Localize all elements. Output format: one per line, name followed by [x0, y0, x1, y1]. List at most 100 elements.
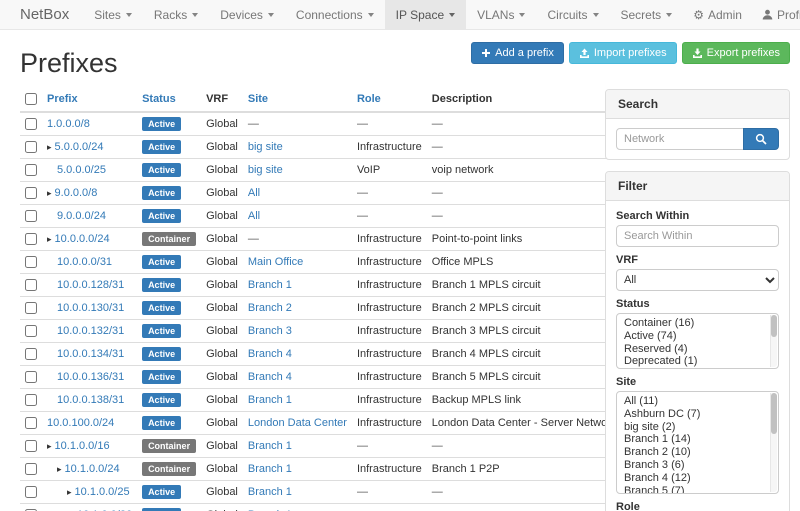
- site-link[interactable]: big site: [248, 164, 283, 176]
- filter-input-search-within[interactable]: [616, 225, 779, 247]
- expand-arrow-icon: ▸: [57, 464, 62, 474]
- site-link[interactable]: Branch 1: [248, 394, 292, 406]
- nav-item-connections[interactable]: Connections: [285, 0, 385, 29]
- filter-listbox-status[interactable]: Container (16)Active (74)Reserved (4)Dep…: [616, 313, 779, 369]
- status-badge: Active: [142, 163, 181, 177]
- prefix-link[interactable]: 9.0.0.0/8: [55, 187, 98, 199]
- prefix-link[interactable]: 10.0.0.134/31: [57, 348, 124, 360]
- column-header-role[interactable]: Role: [352, 89, 427, 112]
- site-link[interactable]: Branch 1: [248, 279, 292, 291]
- nav-item-circuits[interactable]: Circuits: [536, 0, 609, 29]
- nav-item-admin[interactable]: ⚙Admin: [683, 0, 752, 29]
- import-prefixes-button[interactable]: Import prefixes: [569, 42, 677, 64]
- site-link[interactable]: Branch 1: [248, 486, 292, 498]
- site-link[interactable]: Branch 2: [248, 302, 292, 314]
- column-header-status[interactable]: Status: [137, 89, 201, 112]
- column-header-prefix[interactable]: Prefix: [42, 89, 137, 112]
- prefix-link[interactable]: 10.1.0.0/25: [75, 486, 130, 498]
- row-checkbox[interactable]: [25, 118, 37, 130]
- status-badge: Active: [142, 324, 181, 338]
- site-link[interactable]: Branch 4: [248, 371, 292, 383]
- row-checkbox[interactable]: [25, 302, 37, 314]
- listbox-option[interactable]: Branch 3 (6): [624, 459, 764, 472]
- description-cell: Point-to-point links: [427, 228, 622, 251]
- listbox-option[interactable]: Container (16): [624, 317, 764, 330]
- export-prefixes-button[interactable]: Export prefixes: [682, 42, 790, 64]
- nav-item-label: IP Space: [396, 8, 444, 22]
- app-brand[interactable]: NetBox: [0, 0, 83, 29]
- site-link[interactable]: Branch 4: [248, 348, 292, 360]
- scrollbar-thumb[interactable]: [771, 315, 777, 337]
- add-a-prefix-button[interactable]: Add a prefix: [471, 42, 564, 64]
- row-checkbox[interactable]: [25, 440, 37, 452]
- row-checkbox[interactable]: [25, 486, 37, 498]
- listbox-option[interactable]: big site (2): [624, 421, 764, 434]
- prefix-link[interactable]: 10.0.0.128/31: [57, 279, 124, 291]
- listbox-option[interactable]: All (11): [624, 395, 764, 408]
- site-link[interactable]: Branch 3: [248, 325, 292, 337]
- listbox-option[interactable]: Branch 5 (7): [624, 485, 764, 494]
- row-checkbox[interactable]: [25, 233, 37, 245]
- prefix-link[interactable]: 5.0.0.0/25: [57, 164, 106, 176]
- listbox-option[interactable]: Branch 1 (14): [624, 433, 764, 446]
- row-checkbox[interactable]: [25, 394, 37, 406]
- select-all-checkbox[interactable]: [25, 93, 37, 105]
- row-checkbox[interactable]: [25, 371, 37, 383]
- search-input[interactable]: [616, 128, 744, 150]
- listbox-option[interactable]: Ashburn DC (7): [624, 408, 764, 421]
- listbox-option[interactable]: Active (74): [624, 330, 764, 343]
- nav-item-vlans[interactable]: VLANs: [466, 0, 536, 29]
- site-link[interactable]: Branch 1: [248, 463, 292, 475]
- prefix-link[interactable]: 10.0.0.0/24: [55, 233, 110, 245]
- vrf-cell: Global: [201, 251, 243, 274]
- row-checkbox[interactable]: [25, 417, 37, 429]
- site-link[interactable]: All: [248, 210, 260, 222]
- description-cell: Branch 2 MPLS circuit: [427, 297, 622, 320]
- prefix-link[interactable]: 10.1.0.0/24: [65, 463, 120, 475]
- filter-listbox-site[interactable]: All (11)Ashburn DC (7)big site (2)Branch…: [616, 391, 779, 494]
- search-button[interactable]: [743, 128, 779, 150]
- nav-item-secrets[interactable]: Secrets: [610, 0, 684, 29]
- row-checkbox[interactable]: [25, 210, 37, 222]
- row-checkbox[interactable]: [25, 256, 37, 268]
- prefix-link[interactable]: 9.0.0.0/24: [57, 210, 106, 222]
- listbox-option[interactable]: Branch 2 (10): [624, 446, 764, 459]
- site-link[interactable]: big site: [248, 141, 283, 153]
- table-row: ▸10.1.0.0/16ContainerGlobalBranch 1——: [20, 435, 621, 458]
- prefix-link[interactable]: 10.0.0.136/31: [57, 371, 124, 383]
- row-checkbox[interactable]: [25, 164, 37, 176]
- prefix-link[interactable]: 10.1.0.0/16: [55, 440, 110, 452]
- scrollbar-thumb[interactable]: [771, 393, 777, 434]
- prefix-link[interactable]: 10.0.0.132/31: [57, 325, 124, 337]
- column-header-site[interactable]: Site: [243, 89, 352, 112]
- nav-item-profile[interactable]: Profile: [752, 0, 800, 29]
- site-link[interactable]: Main Office: [248, 256, 303, 268]
- chevron-down-icon: [268, 13, 274, 17]
- listbox-option[interactable]: Branch 4 (12): [624, 472, 764, 485]
- prefix-link[interactable]: 5.0.0.0/24: [55, 141, 104, 153]
- prefix-link[interactable]: 10.0.0.138/31: [57, 394, 124, 406]
- row-checkbox[interactable]: [25, 325, 37, 337]
- status-badge: Active: [142, 301, 181, 315]
- site-link[interactable]: All: [248, 187, 260, 199]
- row-checkbox[interactable]: [25, 279, 37, 291]
- listbox-option[interactable]: Reserved (4): [624, 343, 764, 356]
- listbox-option[interactable]: Deprecated (1): [624, 355, 764, 368]
- prefix-link[interactable]: 10.0.0.0/31: [57, 256, 112, 268]
- row-checkbox[interactable]: [25, 187, 37, 199]
- nav-item-ip-space[interactable]: IP Space: [385, 0, 466, 29]
- prefix-link[interactable]: 1.0.0.0/8: [47, 118, 90, 130]
- row-checkbox[interactable]: [25, 463, 37, 475]
- empty-value: —: [248, 118, 259, 130]
- site-link[interactable]: Branch 1: [248, 440, 292, 452]
- row-checkbox[interactable]: [25, 348, 37, 360]
- prefix-link[interactable]: 10.0.100.0/24: [47, 417, 114, 429]
- filter-label-role: Role: [616, 501, 779, 511]
- site-link[interactable]: London Data Center: [248, 417, 347, 429]
- prefix-link[interactable]: 10.0.0.130/31: [57, 302, 124, 314]
- nav-item-racks[interactable]: Racks: [143, 0, 209, 29]
- nav-item-sites[interactable]: Sites: [83, 0, 143, 29]
- row-checkbox[interactable]: [25, 141, 37, 153]
- filter-select-vrf[interactable]: All: [616, 269, 779, 291]
- nav-item-devices[interactable]: Devices: [209, 0, 285, 29]
